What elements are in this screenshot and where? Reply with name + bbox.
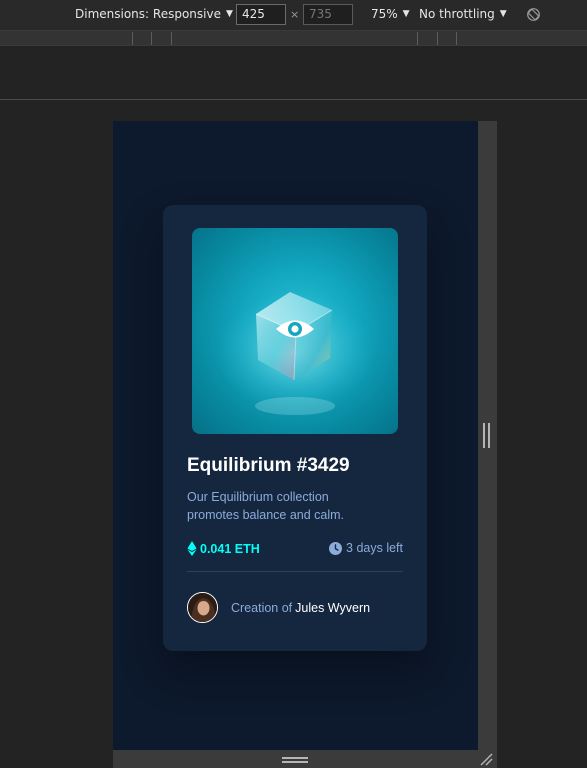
ruler-divider — [456, 32, 457, 45]
nft-description: Our Equilibrium collection promotes bala… — [187, 489, 402, 524]
rotate-icon[interactable] — [526, 7, 541, 22]
device-viewport: Equilibrium #3429 Our Equilibrium collec… — [113, 121, 478, 750]
description-line: Our Equilibrium collection — [187, 490, 329, 504]
zoom-label: 75% — [371, 7, 398, 21]
creator-row: Creation of Jules Wyvern — [187, 592, 370, 623]
throttling-dropdown[interactable]: No throttling ▼ — [419, 7, 507, 21]
viewport-divider — [0, 99, 587, 100]
caret-down-icon: ▼ — [499, 9, 507, 19]
ruler-divider — [171, 32, 172, 45]
times-separator: × — [290, 8, 300, 21]
caret-down-icon: ▼ — [225, 9, 233, 19]
time-left-label: 3 days left — [346, 541, 403, 555]
right-resize-handle[interactable] — [483, 423, 490, 448]
creator-prefix: Creation of — [231, 600, 293, 615]
device-toolbar: Dimensions: Responsive ▼ 425 × 735 75% ▼… — [0, 0, 587, 30]
avatar-portrait — [188, 593, 217, 622]
cube-illustration — [215, 292, 375, 415]
throttling-label: No throttling — [419, 7, 495, 21]
bottom-resize-handle[interactable] — [282, 757, 308, 763]
nft-image[interactable] — [192, 228, 398, 434]
creator-label: Creation of Jules Wyvern — [231, 601, 370, 615]
creator-name-link[interactable]: Jules Wyvern — [295, 601, 370, 615]
ruler-divider — [437, 32, 438, 45]
nft-stats: 0.041 ETH 3 days left — [187, 541, 403, 559]
dimensions-dropdown[interactable]: Dimensions: Responsive ▼ — [75, 7, 233, 21]
corner-resize-icon[interactable] — [479, 752, 493, 766]
caret-down-icon: ▼ — [402, 9, 410, 19]
zoom-dropdown[interactable]: 75% ▼ — [371, 7, 410, 21]
ruler-divider — [417, 32, 418, 45]
time-remaining: 3 days left — [329, 541, 403, 555]
dimensions-label: Dimensions: Responsive — [75, 7, 221, 21]
card-divider — [187, 571, 403, 572]
price: 0.041 ETH — [187, 541, 260, 556]
nft-title[interactable]: Equilibrium #3429 — [187, 455, 417, 477]
avatar — [187, 592, 218, 623]
clock-icon — [329, 541, 343, 555]
ethereum-icon — [187, 541, 197, 556]
ruler-divider — [151, 32, 152, 45]
price-value: 0.041 ETH — [200, 541, 260, 556]
ruler-divider — [132, 32, 133, 45]
description-line: promotes balance and calm. — [187, 507, 345, 522]
nft-card: Equilibrium #3429 Our Equilibrium collec… — [163, 205, 427, 651]
height-input[interactable]: 735 — [303, 4, 353, 25]
media-query-ruler[interactable] — [0, 30, 587, 46]
width-input[interactable]: 425 — [236, 4, 286, 25]
